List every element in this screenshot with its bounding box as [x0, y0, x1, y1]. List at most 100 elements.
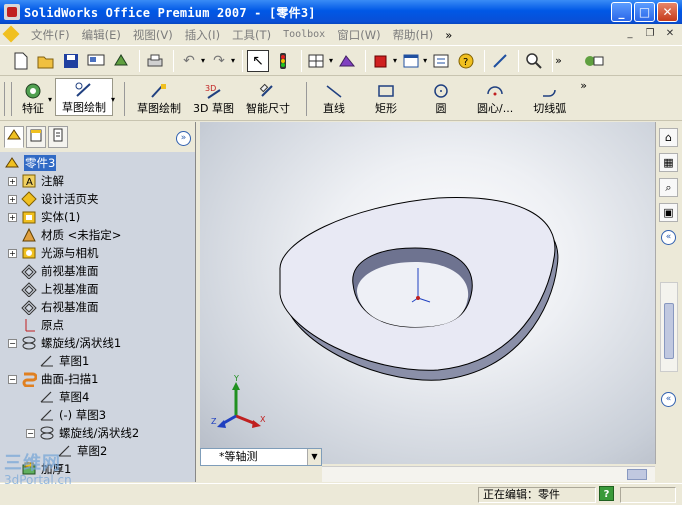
tree-item[interactable]: + 实体(1): [0, 208, 195, 226]
solidworks-logo-icon[interactable]: [3, 26, 21, 44]
options-dropdown-icon[interactable]: ▾: [329, 56, 333, 65]
doc-minimize-icon[interactable]: _: [622, 27, 638, 41]
tree-item[interactable]: 草图1: [0, 352, 195, 370]
addins-icon[interactable]: [583, 50, 605, 72]
appearance-icon[interactable]: [370, 50, 392, 72]
features-dropdown-icon[interactable]: ▾: [48, 95, 52, 104]
horizontal-scroll-thumb[interactable]: [627, 469, 647, 480]
doc-close-icon[interactable]: ✕: [662, 27, 678, 41]
view-layout-dropdown-icon[interactable]: ▾: [423, 56, 427, 65]
task-pane-expand-icon[interactable]: «: [661, 392, 676, 407]
undo-icon[interactable]: ↶: [178, 50, 200, 72]
tree-item[interactable]: (-) 草图3: [0, 406, 195, 424]
print-icon[interactable]: [144, 50, 166, 72]
undo-dropdown-icon[interactable]: ▾: [201, 56, 205, 65]
cmd-features[interactable]: 特征: [16, 78, 50, 116]
new-document-icon[interactable]: [10, 50, 32, 72]
tree-item[interactable]: 上视基准面: [0, 280, 195, 298]
open-folder-icon[interactable]: [35, 50, 57, 72]
save-icon[interactable]: [60, 50, 82, 72]
graphics-viewport[interactable]: Y X Z: [200, 122, 655, 464]
cmd-smart-dimension[interactable]: 智能尺寸: [240, 78, 296, 116]
toolbox-icon[interactable]: [336, 50, 358, 72]
cmd-rectangle[interactable]: 矩形: [369, 78, 403, 116]
menu-file[interactable]: 文件(F): [25, 27, 76, 43]
tree-item[interactable]: + 设计活页夹: [0, 190, 195, 208]
svg-text:3D: 3D: [205, 84, 216, 93]
tree-item[interactable]: + A 注解: [0, 172, 195, 190]
tree-item[interactable]: 材质 <未指定>: [0, 226, 195, 244]
collapse-icon[interactable]: −: [8, 374, 17, 384]
zoom-icon[interactable]: [523, 50, 545, 72]
horizontal-scrollbar[interactable]: [322, 466, 655, 482]
menu-window[interactable]: 窗口(W): [331, 27, 386, 43]
panel-expand-chevron-icon[interactable]: »: [176, 131, 191, 146]
view-orientation-dropdown-icon[interactable]: ▼: [307, 449, 321, 465]
options-grid-icon[interactable]: [306, 50, 328, 72]
tree-item[interactable]: 右视基准面: [0, 298, 195, 316]
cmd-line[interactable]: 直线: [317, 78, 351, 116]
cmd-rectangle-label: 矩形: [375, 102, 397, 115]
vertical-scroll-thumb[interactable]: [664, 303, 674, 359]
toolbar-grip[interactable]: [4, 82, 12, 116]
property-manager-tab-icon[interactable]: [26, 126, 46, 148]
view-layout-icon[interactable]: [400, 50, 422, 72]
redo-dropdown-icon[interactable]: ▾: [231, 56, 235, 65]
feature-manager-tab-icon[interactable]: [4, 126, 24, 148]
cmd-circle[interactable]: 圆: [425, 78, 457, 116]
appearance-dropdown-icon[interactable]: ▾: [393, 56, 397, 65]
solidworks-app-icon[interactable]: [4, 4, 20, 20]
redo-icon[interactable]: ↷: [208, 50, 230, 72]
resources-icon[interactable]: ▦: [659, 153, 678, 172]
menu-insert[interactable]: 插入(I): [179, 27, 226, 43]
home-icon[interactable]: ⌂: [659, 128, 678, 147]
close-button[interactable]: ✕: [657, 2, 678, 22]
help-icon[interactable]: ?: [455, 50, 477, 72]
tree-item[interactable]: + 光源与相机: [0, 244, 195, 262]
print-preview-icon[interactable]: [85, 50, 107, 72]
tree-item[interactable]: − 螺旋线/涡状线2: [0, 424, 195, 442]
menu-tools[interactable]: 工具(T): [226, 27, 277, 43]
tree-item[interactable]: 草图4: [0, 388, 195, 406]
menu-toolbox[interactable]: Toolbox: [277, 29, 331, 40]
collapse-icon[interactable]: −: [8, 338, 17, 348]
expand-icon[interactable]: +: [8, 176, 17, 186]
properties-icon[interactable]: [430, 50, 452, 72]
cmd-tangent-arc[interactable]: 切线弧: [527, 78, 572, 116]
menu-view[interactable]: 视图(V): [127, 27, 179, 43]
status-help-icon[interactable]: ?: [599, 486, 614, 501]
maximize-button[interactable]: □: [634, 2, 655, 22]
command-overflow-icon[interactable]: »: [580, 79, 587, 92]
tree-item[interactable]: 前视基准面: [0, 262, 195, 280]
cmd-sketch[interactable]: 草图绘制: [131, 78, 187, 116]
task-pane-collapse-icon[interactable]: «: [661, 230, 676, 245]
menu-overflow-icon[interactable]: »: [439, 28, 458, 42]
vertical-scrollbar[interactable]: [660, 282, 678, 372]
menu-edit[interactable]: 编辑(E): [76, 27, 127, 43]
select-arrow-icon[interactable]: ↖: [247, 49, 270, 72]
doc-restore-icon[interactable]: ❐: [642, 27, 658, 41]
sketch-dropdown-icon[interactable]: ▾: [111, 95, 115, 104]
tree-root[interactable]: 零件3: [0, 154, 195, 172]
collapse-icon[interactable]: −: [26, 428, 35, 438]
minimize-button[interactable]: _: [611, 2, 632, 22]
expand-icon[interactable]: +: [8, 248, 17, 258]
search-icon[interactable]: ⌕: [659, 178, 678, 197]
library-icon[interactable]: ▣: [659, 203, 678, 222]
configuration-manager-tab-icon[interactable]: [48, 126, 68, 148]
rebuild-icon[interactable]: [272, 50, 294, 72]
tree-item[interactable]: − 曲面-扫描1: [0, 370, 195, 388]
cmd-sketch-tab[interactable]: 草图绘制: [55, 78, 114, 116]
zoom-fit-icon[interactable]: [489, 50, 511, 72]
make-drawing-icon[interactable]: [110, 50, 132, 72]
view-orientation-select[interactable]: *等轴测 ▼: [200, 448, 322, 466]
cmd-3d-sketch[interactable]: 3D 3D 草图: [187, 78, 240, 116]
cmd-centerpoint-arc[interactable]: 圆心/...: [471, 78, 519, 116]
expand-icon[interactable]: +: [8, 212, 17, 222]
menu-help[interactable]: 帮助(H): [387, 27, 440, 43]
plane-icon: [21, 281, 37, 297]
tree-item[interactable]: 原点: [0, 316, 195, 334]
toolbar-overflow-icon[interactable]: »: [555, 54, 562, 67]
tree-item[interactable]: − 螺旋线/涡状线1: [0, 334, 195, 352]
expand-icon[interactable]: +: [8, 194, 17, 204]
